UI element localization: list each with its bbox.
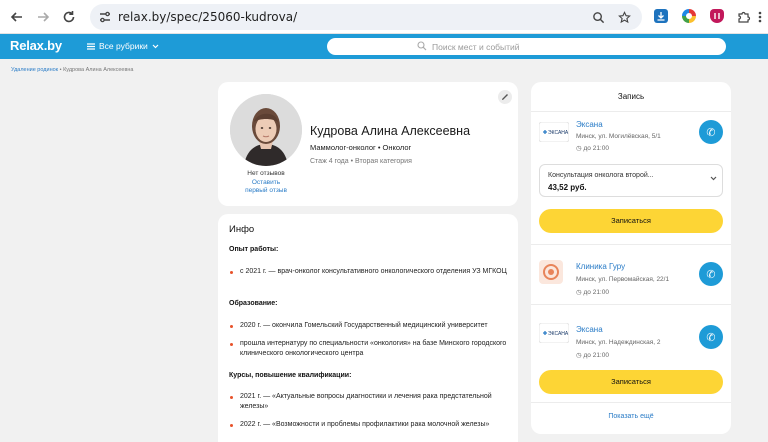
phone-button[interactable]: ✆ [699,325,723,349]
breadcrumb-current: Кудрова Алина Алексеевна [63,67,134,73]
info-title: Инфо [229,224,255,235]
clinic-address: Минск, ул. Первомайская, 22/1 [576,276,670,283]
search-input[interactable]: Поиск мест и событий [327,38,726,55]
divider [531,244,731,245]
list-item: 2021 г. — «Актуальные вопросы диагностик… [229,392,509,412]
reload-icon[interactable] [58,6,80,28]
courses-section-title: Курсы, повышение квалификации: [229,372,352,379]
clinic-name-link[interactable]: Эксана [576,120,603,129]
divider [531,402,731,403]
guru-logo[interactable] [539,260,563,284]
info-card: Инфо Опыт работы: с 2021 г. — врач-онкол… [218,214,518,442]
address-bar[interactable]: relax.by/spec/25060-kudrova/ [90,4,642,30]
back-arrow-icon[interactable] [6,6,28,28]
clinic-hours: ◷ до 21:00 [576,289,609,296]
list-item: прошла интернатуру по специальности «онк… [229,339,509,359]
chevron-down-icon [152,44,159,48]
breadcrumb: Удаление родинок • Кудрова Алина Алексее… [11,67,134,73]
more-menu-icon[interactable] [754,6,766,28]
rubrics-menu-button[interactable]: Все рубрики [87,41,159,51]
education-section-title: Образование: [229,300,278,307]
extensions-puzzle-icon[interactable] [733,6,755,28]
clinic-address: Минск, ул. Могилёвская, 5/1 [576,133,661,140]
eksana-logo[interactable]: ЭКСАНА [538,322,570,344]
list-item: 2022 г. — «Возможности и проблемы профил… [229,420,509,430]
chevron-down-icon [710,176,717,183]
download-extension-icon[interactable] [654,9,668,23]
svg-text:ЭКСАНА: ЭКСАНА [548,130,569,136]
list-item: 2020 г. — окончила Гомельский Государств… [229,321,509,331]
search-icon [417,41,427,51]
phone-icon: ✆ [706,268,716,281]
list-item: с 2021 г. — врач-онколог консультативног… [229,267,509,277]
color-extension-icon[interactable] [682,9,696,23]
bookmark-star-icon[interactable] [616,9,632,25]
shield-extension-icon[interactable] [710,9,724,23]
leave-review-link[interactable]: Оставить первый отзыв [218,179,314,195]
relax-logo[interactable]: Relax.by [10,38,62,53]
profile-card: Нет отзывов Оставить первый отзыв Кудров… [218,82,518,206]
clinic-address: Минск, ул. Надеждинская, 2 [576,339,661,346]
phone-icon: ✆ [706,331,716,344]
book-button[interactable]: Записаться [539,370,723,394]
clinic-name-link[interactable]: Клиника Гуру [576,262,625,271]
edit-pencil-icon[interactable] [498,90,512,104]
url-text[interactable]: relax.by/spec/25060-kudrova/ [118,10,297,24]
avatar [230,94,302,166]
clinic-name-link[interactable]: Эксана [576,325,603,334]
zoom-icon[interactable] [590,9,606,25]
doctor-experience: Стаж 4 года • Вторая категория [310,158,412,165]
breadcrumb-link[interactable]: Удаление родинок [11,67,58,73]
show-more-link[interactable]: Показать ещё [531,413,731,420]
no-reviews-text: Нет отзывов [247,170,285,177]
eksana-logo[interactable]: ЭКСАНА [538,121,570,143]
work-section-title: Опыт работы: [229,246,279,253]
menu-icon [87,42,95,50]
phone-button[interactable]: ✆ [699,120,723,144]
booking-title: Запись [617,92,645,101]
svg-text:ЭКСАНА: ЭКСАНА [548,331,569,337]
divider [531,304,731,305]
site-header: Relax.by Все рубрики Поиск мест и событи… [0,34,768,59]
clinic-hours: ◷ до 21:00 [576,352,609,359]
book-button[interactable]: Записаться [539,209,723,233]
browser-toolbar: relax.by/spec/25060-kudrova/ [0,0,768,34]
search-placeholder: Поиск мест и событий [432,42,520,52]
service-select[interactable]: Консультация онколога второй... 43,52 ру… [539,164,723,197]
doctor-name: Кудрова Алина Алексеевна [310,124,471,138]
service-name: Консультация онколога второй... [548,172,654,179]
service-price: 43,52 руб. [548,183,587,192]
phone-icon: ✆ [706,126,716,139]
doctor-category: Вторая категория [355,158,412,165]
experience-years: Стаж 4 года [310,158,349,165]
clinic-hours: ◷ до 21:00 [576,145,609,152]
booking-card: Запись ЭКСАНА Эксана Минск, ул. Могилёвс… [531,82,731,434]
forward-arrow-icon[interactable] [32,6,54,28]
phone-button[interactable]: ✆ [699,262,723,286]
doctor-specialty: Маммолог-онколог • Онколог [310,143,412,152]
site-settings-icon[interactable] [98,10,112,24]
divider [531,111,731,112]
rubrics-label: Все рубрики [99,41,148,51]
